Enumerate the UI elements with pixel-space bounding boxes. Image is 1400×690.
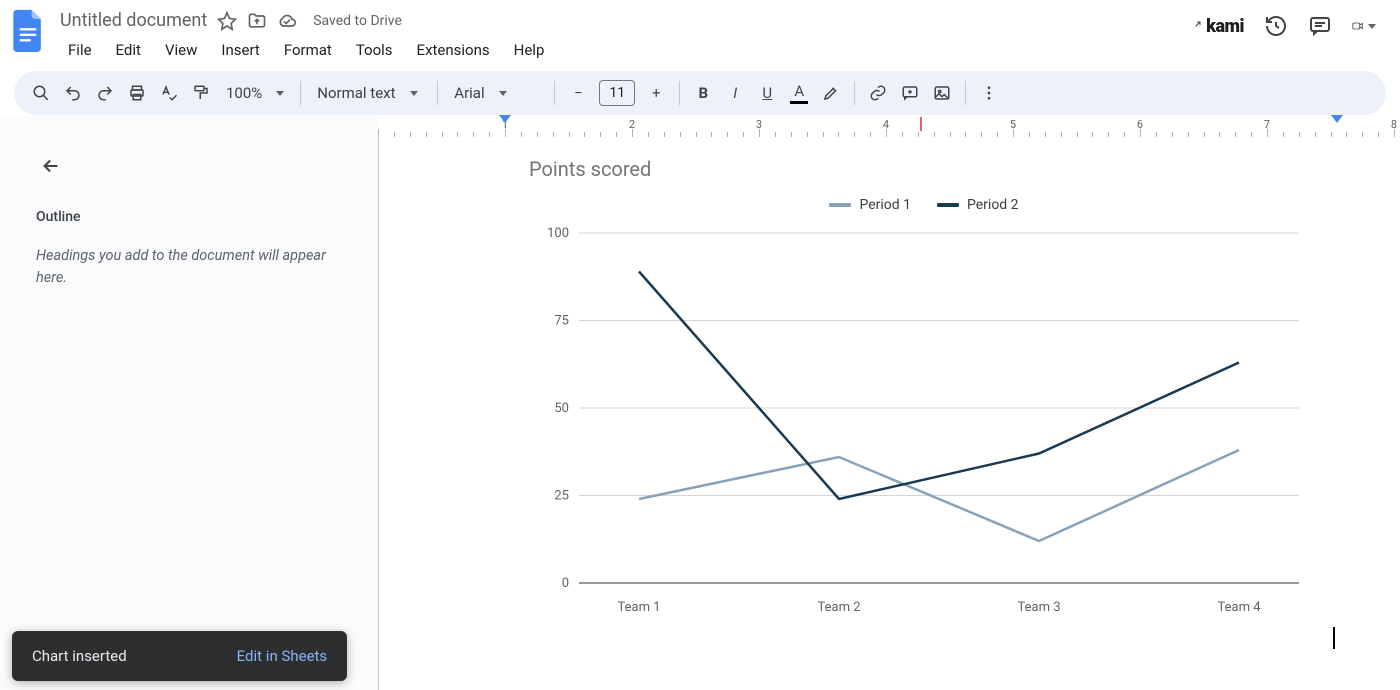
add-comment-icon[interactable]	[895, 78, 925, 108]
legend-label: Period 1	[859, 197, 911, 213]
insert-image-icon[interactable]	[927, 78, 957, 108]
menu-bar: File Edit View Insert Format Tools Exten…	[48, 31, 1190, 71]
print-icon[interactable]	[122, 78, 152, 108]
bold-button[interactable]: B	[688, 78, 718, 108]
separator	[300, 81, 301, 105]
outline-header: Outline	[36, 209, 360, 225]
document-title[interactable]: Untitled document	[60, 10, 207, 31]
outline-empty-text: Headings you add to the document will ap…	[36, 245, 360, 289]
separator	[965, 81, 966, 105]
main-area: Outline Headings you add to the document…	[0, 137, 1400, 690]
more-icon[interactable]	[974, 78, 1004, 108]
separator	[854, 81, 855, 105]
svg-text:Team 2: Team 2	[817, 600, 860, 615]
header-right: kami	[1190, 6, 1390, 38]
underline-button[interactable]: U	[752, 78, 782, 108]
chevron-down-icon	[410, 91, 418, 96]
zoom-value: 100%	[226, 84, 262, 102]
menu-insert[interactable]: Insert	[211, 37, 269, 63]
star-icon[interactable]	[217, 11, 237, 31]
legend-item-period2: Period 2	[937, 197, 1019, 213]
history-icon[interactable]	[1264, 14, 1288, 38]
font-value: Arial	[454, 84, 484, 102]
link-icon[interactable]	[863, 78, 893, 108]
menu-view[interactable]: View	[155, 37, 207, 63]
app-header: Untitled document Saved to Drive File Ed…	[0, 0, 1400, 71]
legend-item-period1: Period 1	[829, 197, 911, 213]
font-size-input[interactable]: 11	[599, 80, 635, 106]
kami-label: kami	[1206, 16, 1244, 37]
increase-font-icon[interactable]: +	[641, 78, 671, 108]
vertical-ruler[interactable]	[0, 137, 18, 690]
document-canvas[interactable]: Points scored Period 1 Period 2 0 25 50 75 1…	[378, 137, 1400, 690]
svg-text:Team 4: Team 4	[1217, 600, 1261, 615]
meet-icon[interactable]	[1352, 14, 1376, 38]
decrease-font-icon[interactable]: −	[563, 78, 593, 108]
svg-text:Team 3: Team 3	[1017, 600, 1060, 615]
svg-text:0: 0	[562, 576, 569, 591]
legend-label: Period 2	[967, 197, 1019, 213]
svg-text:75: 75	[554, 314, 569, 329]
toast-message: Chart inserted	[32, 647, 127, 665]
save-status[interactable]: Saved to Drive	[313, 13, 402, 29]
kami-extension[interactable]: kami	[1190, 16, 1244, 37]
inserted-chart[interactable]: Points scored Period 1 Period 2 0 25 50 75 1…	[529, 157, 1319, 623]
search-icon[interactable]	[26, 78, 56, 108]
docs-logo-icon[interactable]	[8, 6, 48, 54]
svg-text:25: 25	[554, 489, 569, 504]
toolbar: 100% Normal text Arial − 11 + B I U A	[14, 71, 1386, 115]
title-area: Untitled document Saved to Drive File Ed…	[48, 6, 1190, 71]
menu-file[interactable]: File	[58, 37, 102, 63]
toast-notification: Chart inserted Edit in Sheets	[12, 631, 347, 681]
zoom-select[interactable]: 100%	[218, 84, 292, 102]
separator	[437, 81, 438, 105]
text-color-button[interactable]: A	[784, 78, 814, 108]
chart-legend: Period 1 Period 2	[529, 197, 1319, 213]
menu-format[interactable]: Format	[274, 37, 342, 63]
move-icon[interactable]	[247, 11, 267, 31]
italic-button[interactable]: I	[720, 78, 750, 108]
text-cursor	[1333, 627, 1335, 649]
svg-text:50: 50	[554, 401, 569, 416]
chart-title: Points scored	[529, 157, 1319, 181]
chevron-down-icon	[499, 91, 507, 96]
collapse-outline-icon[interactable]	[36, 151, 360, 187]
horizontal-ruler[interactable]: 12345678	[378, 115, 1400, 137]
paragraph-style-select[interactable]: Normal text	[309, 84, 429, 102]
toast-action-button[interactable]: Edit in Sheets	[237, 647, 328, 665]
ruler-area: 12345678	[0, 115, 1400, 137]
comments-icon[interactable]	[1308, 14, 1332, 38]
undo-icon[interactable]	[58, 78, 88, 108]
separator	[679, 81, 680, 105]
svg-text:100: 100	[547, 226, 569, 241]
menu-tools[interactable]: Tools	[346, 37, 403, 63]
cloud-saved-icon[interactable]	[277, 11, 297, 31]
chart-plot: 0 25 50 75 100 Team 1 Team 2 Team 3 Team 4	[529, 223, 1319, 623]
paint-format-icon[interactable]	[186, 78, 216, 108]
font-select[interactable]: Arial	[446, 84, 546, 102]
svg-text:Team 1: Team 1	[617, 600, 660, 615]
redo-icon[interactable]	[90, 78, 120, 108]
menu-extensions[interactable]: Extensions	[407, 37, 500, 63]
style-value: Normal text	[317, 84, 395, 102]
spellcheck-icon[interactable]	[154, 78, 184, 108]
menu-help[interactable]: Help	[504, 37, 555, 63]
chevron-down-icon	[276, 91, 284, 96]
highlight-button[interactable]	[816, 78, 846, 108]
menu-edit[interactable]: Edit	[106, 37, 151, 63]
outline-sidebar: Outline Headings you add to the document…	[18, 137, 378, 690]
chevron-down-icon	[1368, 24, 1376, 29]
separator	[554, 81, 555, 105]
